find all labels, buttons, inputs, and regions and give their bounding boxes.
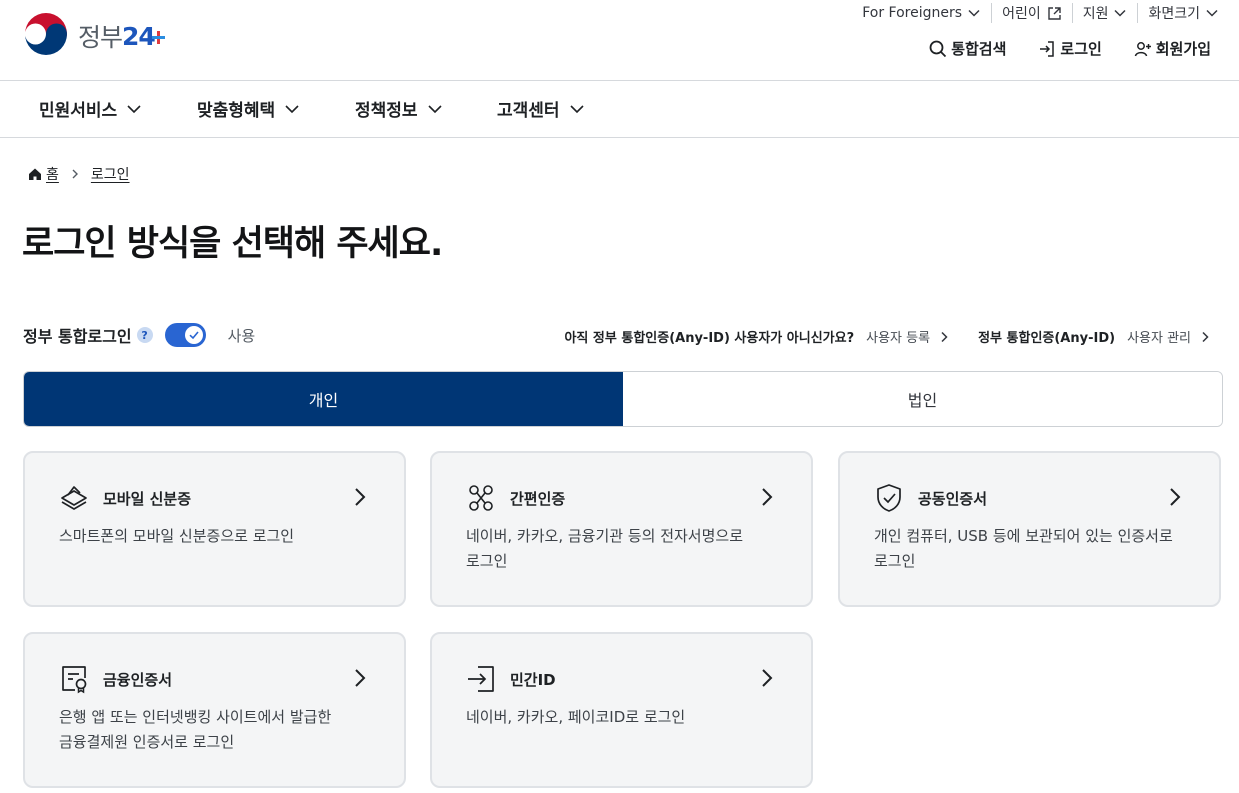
gnb-item-customer-center[interactable]: 고객센터 (497, 96, 585, 121)
support-label: 지원 (1082, 6, 1109, 22)
anyid-links: 아직 정부 통합인증(Any-ID) 사용자가 아니신가요? 사용자 등록 정부… (564, 327, 1211, 346)
main-nav: 민원서비스 맞춤형혜택 정책정보 고객센터 (0, 81, 1239, 138)
login-icon (1040, 40, 1055, 57)
user-type-tabs: 개인 법인 (23, 371, 1223, 427)
chevron-down-icon (1206, 9, 1218, 17)
chevron-right-icon (72, 169, 78, 179)
integrated-login-setting: 정부 통합로그인 ? 사용 (23, 323, 255, 347)
gov24-logo[interactable]: 정부 24 (22, 12, 165, 60)
search-icon (929, 40, 947, 57)
login-label: 로그인 (1060, 40, 1102, 58)
card-header: 공동인증서 (874, 483, 987, 513)
card-title: 민간ID (510, 670, 556, 689)
card-description: 스마트폰의 모바일 신분증으로 로그인 (59, 527, 295, 545)
external-link-icon (1048, 6, 1061, 20)
gnb-item-label: 고객센터 (497, 101, 560, 121)
gnb-item-custom-benefits[interactable]: 맞춤형혜택 (197, 96, 300, 121)
login-card-financial-certificate[interactable]: 금융인증서 은행 앱 또는 인터넷뱅킹 사이트에서 발급한 금융결제원 인증서로… (23, 632, 406, 788)
for-foreigners-label: For Foreigners (862, 5, 963, 21)
taegeuk-emblem-icon (23, 13, 69, 59)
page-title: 로그인 방식을 선택해 주세요. (22, 224, 443, 264)
card-header: 금융인증서 (59, 664, 172, 694)
gnb-item-label: 민원서비스 (39, 101, 118, 121)
tab-individual[interactable]: 개인 (24, 372, 623, 426)
tab-corporation[interactable]: 법인 (623, 372, 1222, 426)
anyid-question: 아직 정부 통합인증(Any-ID) 사용자가 아니신가요? (564, 331, 855, 346)
integrated-login-label: 정부 통합로그인 (23, 327, 132, 346)
toggle-knob (184, 326, 203, 344)
chevron-right-icon (762, 669, 773, 687)
search-label: 통합검색 (951, 40, 1007, 58)
utility-nav: For Foreigners 어린이 지원 화면크기 (852, 3, 1219, 23)
login-arrow-icon (468, 666, 494, 692)
card-header: 간편인증 (466, 483, 565, 513)
toggle-state-label: 사용 (227, 326, 256, 345)
kids-label: 어린이 (1002, 6, 1041, 22)
login-button[interactable]: 로그인 (1038, 38, 1102, 59)
support-menu[interactable]: 지원 (1071, 3, 1138, 23)
card-title: 금융인증서 (103, 670, 173, 689)
logo-wordmark: 정부 24 (78, 18, 165, 54)
gnb-item-civil-service[interactable]: 민원서비스 (39, 96, 142, 121)
user-register-label: 사용자 등록 (866, 331, 931, 346)
chevron-right-icon (941, 331, 948, 342)
anyid-label: 정부 통합인증(Any-ID) (978, 331, 1116, 346)
simple-auth-icon (469, 485, 493, 511)
kids-link[interactable]: 어린이 (991, 3, 1072, 23)
breadcrumb-home-link[interactable]: 홈 (46, 164, 59, 184)
screen-size-menu[interactable]: 화면크기 (1137, 3, 1219, 23)
signup-button[interactable]: 회원가입 (1134, 38, 1211, 59)
chevron-right-icon (762, 488, 773, 506)
gnb-item-label: 맞춤형혜택 (197, 101, 276, 121)
header-actions: 통합검색 로그인 회원가입 (929, 38, 1211, 59)
card-description: 은행 앱 또는 인터넷뱅킹 사이트에서 발급한 금융결제원 인증서로 로그인 (59, 708, 332, 751)
login-card-joint-certificate[interactable]: 공동인증서 개인 컴퓨터, USB 등에 보관되어 있는 인증서로 로그인 (838, 451, 1221, 607)
user-manage-link[interactable]: 사용자 관리 (1127, 327, 1211, 346)
user-register-link[interactable]: 사용자 등록 (866, 327, 950, 346)
card-description: 네이버, 카카오, 페이코ID로 로그인 (466, 708, 686, 726)
site-header: 정부 24 For Foreigners 어린이 지원 화면크기 통합검색 로그인 (0, 0, 1239, 81)
chevron-right-icon (355, 488, 366, 506)
card-title: 공동인증서 (918, 489, 988, 508)
integrated-search-button[interactable]: 통합검색 (929, 38, 1006, 59)
card-header: 민간ID (466, 664, 556, 694)
integrated-login-toggle[interactable] (164, 323, 206, 347)
card-title: 간편인증 (510, 489, 566, 508)
chevron-right-icon (1170, 488, 1181, 506)
add-user-icon (1134, 41, 1151, 56)
card-header: 모바일 신분증 (59, 483, 191, 513)
gnb-item-label: 정책정보 (355, 101, 418, 121)
login-card-simple-auth[interactable]: 간편인증 네이버, 카카오, 금융기관 등의 전자서명으로 로그인 (430, 451, 813, 607)
check-icon (189, 331, 199, 340)
chevron-right-icon (1202, 331, 1209, 342)
chevron-down-icon (127, 104, 141, 113)
chevron-down-icon (285, 104, 299, 113)
chevron-down-icon (1114, 9, 1126, 17)
breadcrumb: 홈 로그인 (28, 164, 130, 184)
anyid-register-group: 아직 정부 통합인증(Any-ID) 사용자가 아니신가요? 사용자 등록 (564, 327, 950, 346)
mobile-id-icon (61, 486, 87, 510)
anyid-manage-group: 정부 통합인증(Any-ID) 사용자 관리 (978, 327, 1211, 346)
shield-check-icon (877, 484, 901, 512)
logo-plus-mark (151, 30, 165, 44)
login-card-private-id[interactable]: 민간ID 네이버, 카카오, 페이코ID로 로그인 (430, 632, 813, 788)
chevron-right-icon (355, 669, 366, 687)
home-icon (29, 168, 41, 180)
user-manage-label: 사용자 관리 (1127, 331, 1191, 346)
gnb-item-policy-info[interactable]: 정책정보 (355, 96, 443, 121)
card-description: 네이버, 카카오, 금융기관 등의 전자서명으로 로그인 (466, 527, 744, 570)
login-card-mobile-id[interactable]: 모바일 신분증 스마트폰의 모바일 신분증으로 로그인 (23, 451, 406, 607)
for-foreigners-menu[interactable]: For Foreigners (852, 3, 991, 23)
signup-label: 회원가입 (1155, 40, 1211, 58)
chevron-down-icon (427, 104, 442, 113)
breadcrumb-current-link[interactable]: 로그인 (91, 164, 130, 184)
screen-size-label: 화면크기 (1148, 6, 1200, 22)
chevron-down-icon (569, 104, 584, 113)
chevron-down-icon (968, 9, 980, 17)
help-icon[interactable]: ? (136, 327, 153, 343)
certificate-icon (62, 666, 87, 694)
card-title: 모바일 신분증 (103, 489, 192, 508)
card-description: 개인 컴퓨터, USB 등에 보관되어 있는 인증서로 로그인 (874, 527, 1173, 570)
